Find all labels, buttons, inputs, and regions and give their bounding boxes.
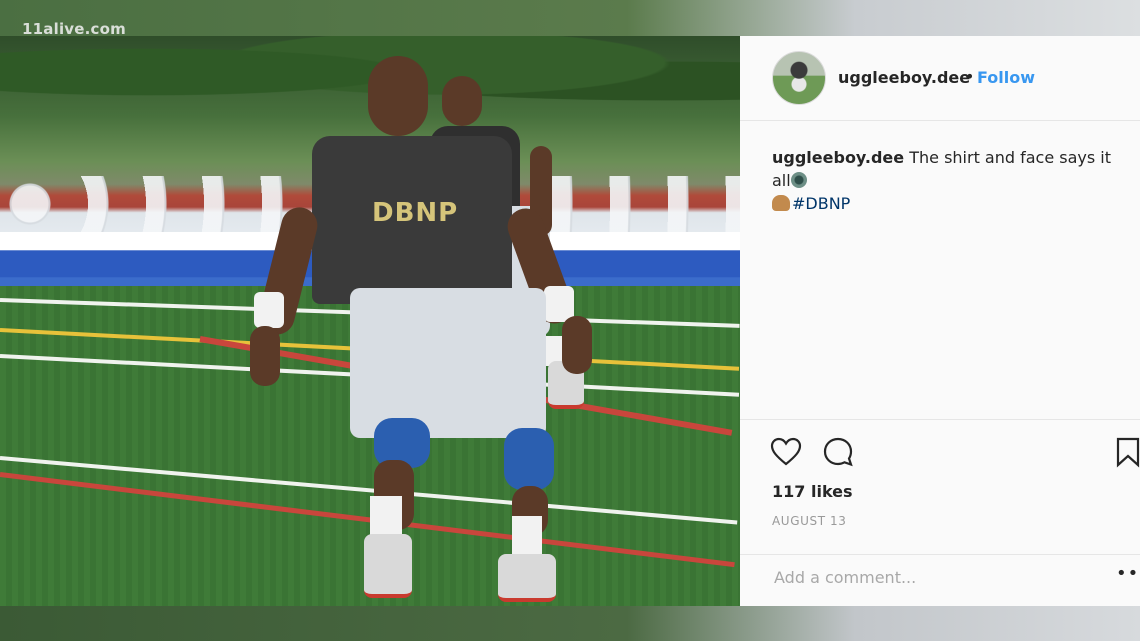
soccer-ball-emoji-icon bbox=[790, 172, 807, 188]
post-header: uggleeboy.dee • Follow bbox=[740, 36, 1140, 121]
post-caption: uggleeboy.dee The shirt and face says it… bbox=[772, 146, 1134, 215]
save-button[interactable] bbox=[1110, 434, 1140, 470]
channel-watermark: 11alive.com bbox=[22, 20, 126, 38]
hashtag-link[interactable]: #DBNP bbox=[792, 194, 850, 213]
bottom-blurred-strip bbox=[0, 606, 1140, 641]
comment-bar: ••• bbox=[740, 554, 1140, 601]
separator-dot: • bbox=[965, 67, 975, 86]
comment-input[interactable] bbox=[772, 567, 1076, 588]
post-photo[interactable]: DBNP bbox=[0, 36, 740, 606]
shirt-logo: DBNP bbox=[372, 198, 459, 228]
username-link[interactable]: uggleeboy.dee bbox=[838, 68, 970, 87]
flexed-biceps-emoji-icon bbox=[772, 195, 790, 211]
heart-icon bbox=[770, 437, 802, 466]
comment-button[interactable] bbox=[820, 434, 856, 470]
top-blurred-strip bbox=[0, 0, 1140, 36]
follow-button[interactable]: Follow bbox=[977, 68, 1035, 87]
like-count[interactable]: 117 likes bbox=[772, 482, 853, 501]
avatar[interactable] bbox=[772, 51, 826, 105]
instagram-post-card: uggleeboy.dee • Follow uggleeboy.dee The… bbox=[740, 36, 1140, 606]
post-date[interactable]: AUGUST 13 bbox=[772, 514, 847, 528]
comment-icon bbox=[823, 437, 853, 467]
like-button[interactable] bbox=[768, 434, 804, 470]
more-options-icon[interactable]: ••• bbox=[1116, 563, 1140, 584]
post-actions: 117 likes AUGUST 13 ••• bbox=[740, 419, 1140, 600]
bookmark-icon bbox=[1116, 437, 1140, 468]
caption-username[interactable]: uggleeboy.dee bbox=[772, 148, 904, 167]
